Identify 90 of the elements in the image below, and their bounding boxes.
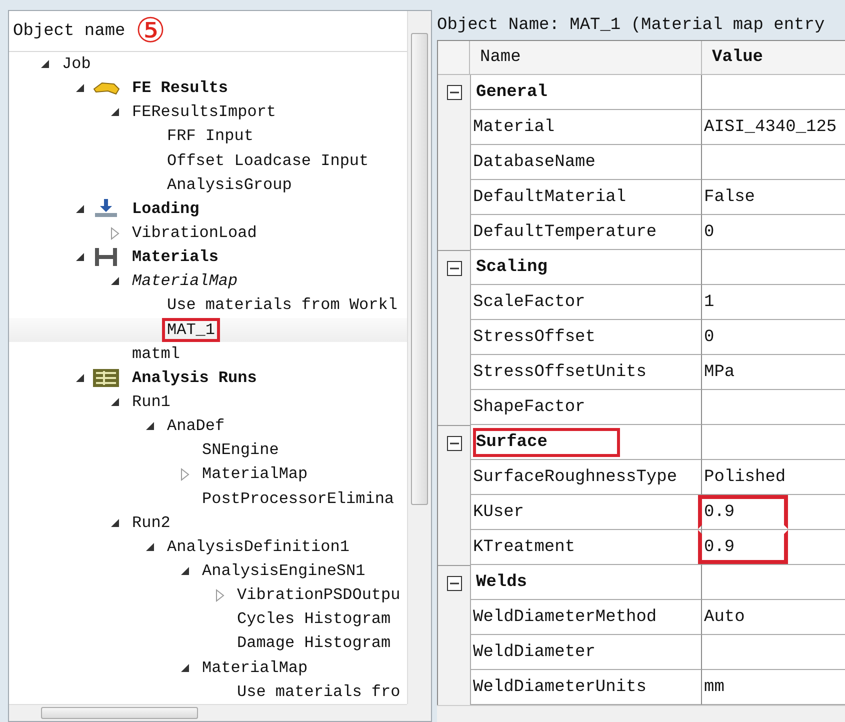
tree-item[interactable]: MaterialMap [197,462,313,486]
group-heading: Surface [473,428,620,457]
property-name: WeldDiameterMethod [473,608,657,627]
tree-item[interactable]: FE Results [127,76,234,100]
tree-item[interactable]: MaterialMap [127,269,243,294]
tree-item[interactable]: AnalysisGroup [162,172,297,197]
column-header: Value [702,41,845,76]
tree-item[interactable]: Offset Loadcase Input [162,148,374,173]
property-name: DefaultMaterial [473,188,626,207]
tree-item[interactable]: Cycles Histogram [232,607,396,632]
property-name: StressOffset [473,328,596,347]
group-heading: Welds [475,572,528,594]
expanded-triangle-icon[interactable] [145,542,155,552]
collapse-box-icon[interactable] [446,436,462,451]
tree-item[interactable]: Use materials from Workl [162,293,402,318]
property-value[interactable]: Auto [698,600,788,634]
collapsed-triangle-icon[interactable] [110,226,120,240]
group-heading: Scaling [475,256,548,279]
tree-item[interactable]: Run1 [127,390,176,414]
property-name: DatabaseName [473,152,596,172]
scroll-thumb[interactable] [41,707,198,719]
property-value[interactable]: False [698,180,788,214]
expanded-triangle-icon[interactable] [110,276,120,286]
tree-item[interactable]: FRF Input [162,124,258,148]
expanded-triangle-icon[interactable] [180,566,190,576]
property-value[interactable]: AISI_4340_125 [698,110,845,144]
scroll-thumb[interactable] [411,33,428,505]
property-name: Material [473,118,555,137]
expanded-triangle-icon[interactable] [75,83,85,94]
property-name: KUser [473,502,524,522]
collapsed-triangle-icon[interactable] [180,468,190,481]
property-name: SurfaceRoughnessType [473,468,678,487]
load-arrow-icon [92,198,120,220]
expanded-triangle-icon[interactable] [75,372,85,383]
object-title: Object Name: MAT_1 (Material map entry [437,14,826,37]
tree-item[interactable]: SNEngine [197,438,284,462]
group-heading: General [475,82,548,104]
column-header: Name [470,41,702,76]
tree-item[interactable]: Use materials fro [232,680,406,704]
property-value[interactable]: 0.9 [698,530,788,564]
property-value[interactable]: 1 [698,285,788,320]
tree-item[interactable]: AnalysisEngineSN1 [197,559,370,584]
horizontal-scrollbar[interactable] [437,705,845,722]
property-value[interactable]: mm [698,670,788,704]
property-name: StressOffsetUnits [473,362,646,382]
tree-item[interactable]: matml [127,342,186,366]
horizontal-scrollbar[interactable] [9,704,407,721]
property-name: WeldDiameterUnits [473,678,646,697]
expanded-triangle-icon[interactable] [110,518,120,528]
tree-item[interactable]: AnaDef [162,414,230,438]
tree-item[interactable]: Analysis Runs [127,366,262,390]
expanded-triangle-icon[interactable] [40,59,50,70]
tree-item[interactable]: FEResultsImport [127,100,282,124]
property-value[interactable]: 0.9 [698,495,788,530]
tree-item[interactable]: Loading [127,196,204,221]
expanded-triangle-icon[interactable] [110,107,120,118]
vertical-scrollbar[interactable] [407,11,431,704]
property-name: KTreatment [473,538,576,557]
property-value[interactable]: Polished [698,460,796,494]
property-name: WeldDiameter [473,642,596,662]
collapse-box-icon[interactable] [446,260,462,276]
collapse-box-icon[interactable] [446,576,462,591]
property-value[interactable]: 0 [698,215,788,250]
grid-panel-icon [92,366,120,389]
beam-icon [92,246,120,268]
tree-item[interactable]: VibrationPSDOutpu [232,583,406,608]
expanded-triangle-icon[interactable] [75,204,85,214]
step-number: ⑤ [135,11,166,51]
expanded-triangle-icon[interactable] [145,421,155,432]
property-name: ScaleFactor [473,292,586,312]
collapsed-triangle-icon[interactable] [215,588,225,602]
tree-item[interactable]: VibrationLoad [127,221,262,246]
column-header: Object name [13,22,126,40]
property-value[interactable]: 0 [698,320,788,354]
property-name: ShapeFactor [473,398,586,417]
expanded-triangle-icon[interactable] [75,252,85,262]
tree-item[interactable]: PostProcessorElimina [197,486,400,511]
expanded-triangle-icon[interactable] [110,397,120,408]
row-gutter [438,670,470,706]
tree-item[interactable]: MAT_1 [162,318,220,342]
tree-item[interactable]: MaterialMap [197,656,313,680]
tree-item[interactable]: AnalysisDefinition1 [162,534,354,559]
tree-item[interactable]: Materials [127,245,224,270]
tree-item[interactable]: Run2 [127,510,176,535]
tree-item[interactable]: Job [57,52,96,76]
expanded-triangle-icon[interactable] [180,662,190,673]
tree-item[interactable]: Damage Histogram [232,631,396,656]
property-value[interactable]: MPa [698,355,788,390]
property-name: DefaultTemperature [473,222,657,242]
collapse-box-icon[interactable] [446,85,462,100]
